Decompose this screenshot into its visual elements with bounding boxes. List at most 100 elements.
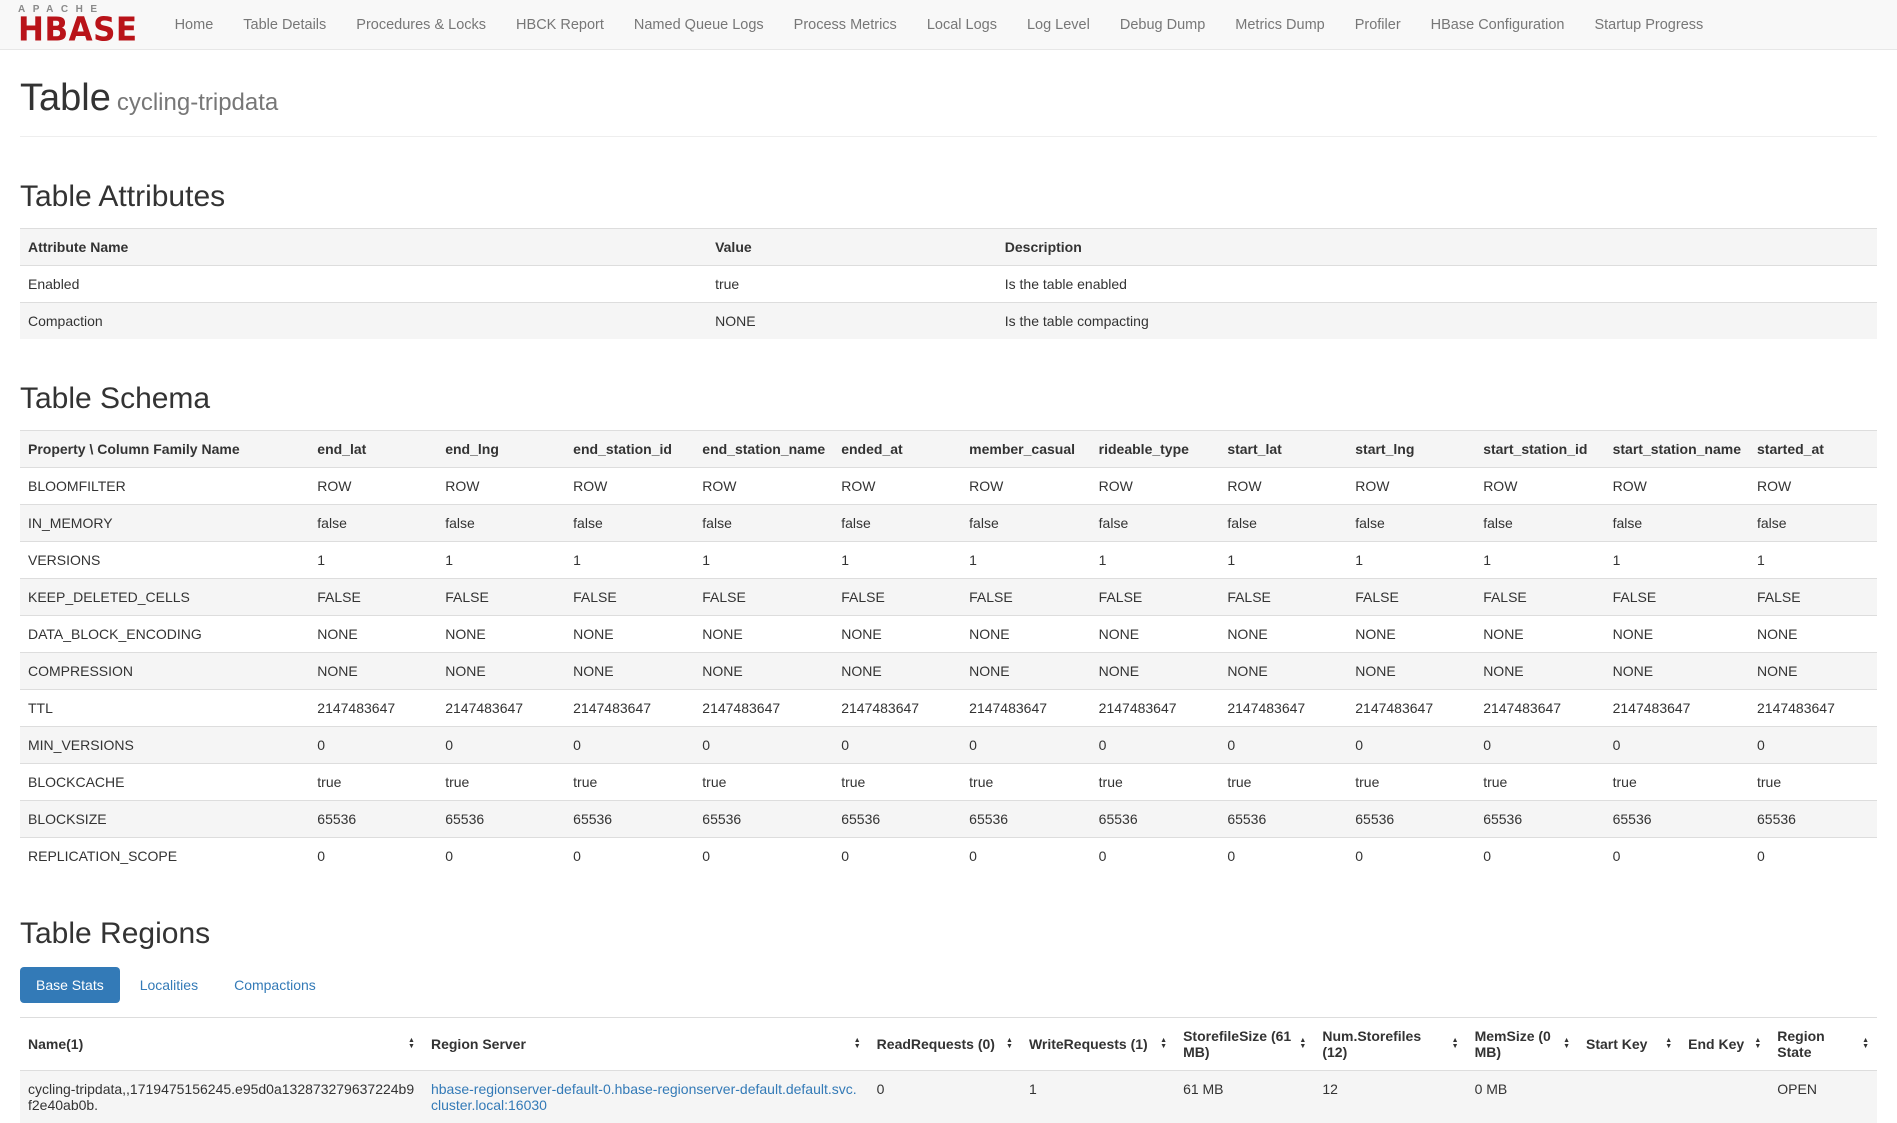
page-title: Tablecycling-tripdata <box>20 77 1877 120</box>
attribute-cell: true <box>707 266 997 303</box>
schema-value-cell: NONE <box>1347 616 1475 653</box>
schema-value-cell: FALSE <box>1749 579 1877 616</box>
schema-value-cell: ROW <box>1605 468 1749 505</box>
storefile-size-cell: 61 MB <box>1175 1071 1314 1123</box>
nav-item-log-level[interactable]: Log Level <box>1012 0 1105 49</box>
region-server-link[interactable]: hbase-regionserver-default-0.hbase-regio… <box>431 1081 857 1113</box>
regions-col-writerequests-1[interactable]: WriteRequests (1) ▲▼ <box>1021 1018 1175 1071</box>
schema-property-cell: IN_MEMORY <box>20 505 309 542</box>
table-schema-table: Property \ Column Family Nameend_latend_… <box>20 430 1877 874</box>
schema-family-end-station-name: end_station_name <box>694 431 833 468</box>
schema-value-cell: NONE <box>1475 653 1604 690</box>
nav-item-process-metrics[interactable]: Process Metrics <box>779 0 912 49</box>
tab-localities[interactable]: Localities <box>124 967 214 1003</box>
schema-value-cell: ROW <box>694 468 833 505</box>
attribute-row: CompactionNONEIs the table compacting <box>20 303 1877 340</box>
nav-item-profiler[interactable]: Profiler <box>1340 0 1416 49</box>
regions-col-readrequests-0[interactable]: ReadRequests (0)▲▼ <box>869 1018 1021 1071</box>
schema-value-cell: 2147483647 <box>1749 690 1877 727</box>
nav-item-hbase-configuration[interactable]: HBase Configuration <box>1416 0 1580 49</box>
schema-row: REPLICATION_SCOPE000000000000 <box>20 838 1877 875</box>
schema-row: IN_MEMORYfalsefalsefalsefalsefalsefalsef… <box>20 505 1877 542</box>
schema-value-cell: FALSE <box>1091 579 1220 616</box>
regions-tabs: Base StatsLocalitiesCompactions <box>20 967 1877 1003</box>
hbase-logo[interactable]: APACHE HBASE <box>8 2 148 47</box>
schema-family-end-station-id: end_station_id <box>565 431 694 468</box>
sort-icon[interactable]: ▲▼ <box>1006 1038 1013 1049</box>
schema-value-cell: 2147483647 <box>565 690 694 727</box>
schema-family-start-station-id: start_station_id <box>1475 431 1604 468</box>
nav-item-local-logs[interactable]: Local Logs <box>912 0 1012 49</box>
schema-family-ended-at: ended_at <box>833 431 961 468</box>
regions-header-row: Name(1)▲▼Region Server▲▼ReadRequests (0)… <box>20 1018 1877 1071</box>
table-name: cycling-tripdata <box>117 89 278 116</box>
schema-value-cell: NONE <box>565 653 694 690</box>
schema-value-cell: false <box>961 505 1091 542</box>
schema-value-cell: 0 <box>437 838 565 875</box>
schema-value-cell: NONE <box>961 653 1091 690</box>
regions-col-end-key[interactable]: End Key ▲▼ <box>1680 1018 1769 1071</box>
regions-col-storefilesize-61-mb[interactable]: StorefileSize (61 MB)▲▼ <box>1175 1018 1314 1071</box>
schema-row: KEEP_DELETED_CELLSFALSEFALSEFALSEFALSEFA… <box>20 579 1877 616</box>
sort-icon[interactable]: ▲▼ <box>1754 1038 1761 1049</box>
schema-value-cell: 0 <box>1605 727 1749 764</box>
schema-value-cell: ROW <box>1219 468 1347 505</box>
sort-icon[interactable]: ▲▼ <box>408 1038 415 1049</box>
schema-value-cell: false <box>565 505 694 542</box>
sort-icon[interactable]: ▲▼ <box>1862 1038 1869 1049</box>
nav-item-startup-progress[interactable]: Startup Progress <box>1579 0 1718 49</box>
sort-icon[interactable]: ▲▼ <box>1665 1038 1672 1049</box>
sort-icon[interactable]: ▲▼ <box>1160 1038 1167 1049</box>
nav-item-home[interactable]: Home <box>160 0 229 49</box>
schema-value-cell: 2147483647 <box>437 690 565 727</box>
sort-icon[interactable]: ▲▼ <box>1452 1038 1459 1049</box>
schema-value-cell: true <box>565 764 694 801</box>
read-requests-cell: 0 <box>869 1071 1021 1123</box>
schema-value-cell: 0 <box>1749 727 1877 764</box>
schema-value-cell: 1 <box>565 542 694 579</box>
nav-item-debug-dump[interactable]: Debug Dump <box>1105 0 1220 49</box>
schema-value-cell: 65536 <box>833 801 961 838</box>
regions-col-region-state[interactable]: Region State▲▼ <box>1769 1018 1877 1071</box>
sort-icon[interactable]: ▲▼ <box>1563 1038 1570 1049</box>
schema-value-cell: 0 <box>1605 838 1749 875</box>
schema-family-end-lng: end_lng <box>437 431 565 468</box>
regions-col-label: End Key <box>1688 1036 1744 1052</box>
nav-item-table-details[interactable]: Table Details <box>228 0 341 49</box>
schema-value-cell: 1 <box>1347 542 1475 579</box>
attributes-header-row: Attribute NameValueDescription <box>20 229 1877 266</box>
tab-base-stats[interactable]: Base Stats <box>20 967 120 1003</box>
schema-value-cell: NONE <box>565 616 694 653</box>
schema-value-cell: ROW <box>961 468 1091 505</box>
sort-icon[interactable]: ▲▼ <box>1299 1038 1306 1049</box>
nav-item-procedures-locks[interactable]: Procedures & Locks <box>341 0 501 49</box>
nav-item-named-queue-logs[interactable]: Named Queue Logs <box>619 0 779 49</box>
schema-row: BLOOMFILTERROWROWROWROWROWROWROWROWROWRO… <box>20 468 1877 505</box>
schema-value-cell: false <box>833 505 961 542</box>
nav-item-metrics-dump[interactable]: Metrics Dump <box>1220 0 1339 49</box>
schema-value-cell: ROW <box>309 468 437 505</box>
sort-icon[interactable]: ▲▼ <box>854 1038 861 1049</box>
schema-property-cell: KEEP_DELETED_CELLS <box>20 579 309 616</box>
schema-value-cell: 0 <box>1219 727 1347 764</box>
regions-col-memsize-0-mb[interactable]: MemSize (0 MB)▲▼ <box>1467 1018 1578 1071</box>
regions-col-name-1[interactable]: Name(1)▲▼ <box>20 1018 423 1071</box>
regions-col-label: WriteRequests (1) <box>1029 1036 1148 1052</box>
schema-value-cell: 2147483647 <box>961 690 1091 727</box>
schema-value-cell: FALSE <box>694 579 833 616</box>
schema-value-cell: 2147483647 <box>833 690 961 727</box>
regions-col-num-storefiles-12[interactable]: Num.Storefiles (12)▲▼ <box>1314 1018 1466 1071</box>
schema-value-cell: FALSE <box>1219 579 1347 616</box>
schema-value-cell: NONE <box>833 616 961 653</box>
schema-value-cell: 65536 <box>309 801 437 838</box>
schema-value-cell: 0 <box>961 838 1091 875</box>
schema-value-cell: 0 <box>1347 727 1475 764</box>
nav-item-hbck-report[interactable]: HBCK Report <box>501 0 619 49</box>
schema-value-cell: true <box>694 764 833 801</box>
tab-compactions[interactable]: Compactions <box>218 967 332 1003</box>
schema-value-cell: true <box>309 764 437 801</box>
regions-col-region-server[interactable]: Region Server▲▼ <box>423 1018 869 1071</box>
schema-value-cell: false <box>1749 505 1877 542</box>
schema-value-cell: 1 <box>961 542 1091 579</box>
regions-col-start-key[interactable]: Start Key▲▼ <box>1578 1018 1680 1071</box>
